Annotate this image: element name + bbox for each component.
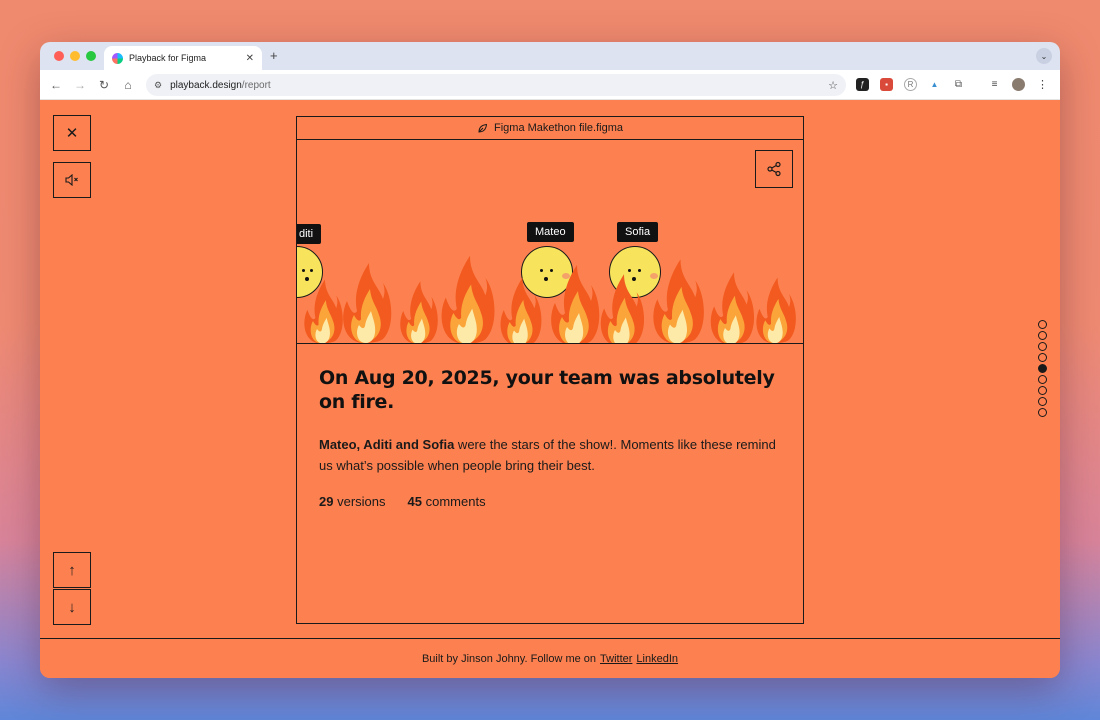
extensions-puzzle-icon[interactable]: ⧉ bbox=[952, 78, 965, 91]
new-tab-icon[interactable]: + bbox=[270, 48, 278, 63]
figma-favicon-icon bbox=[112, 52, 123, 64]
tab-title: Playback for Figma bbox=[129, 53, 207, 63]
pager-dot-9[interactable] bbox=[1038, 408, 1047, 417]
arrow-down-icon: ↓ bbox=[68, 598, 76, 616]
browser-toolbar: ← → ↻ ⌂ ⚙ playback.design/report ☆ ƒ ▪ R… bbox=[40, 70, 1060, 100]
forward-icon[interactable]: → bbox=[68, 78, 92, 92]
footer-text: Built by Jinson Johny. Follow me on bbox=[421, 652, 597, 665]
mute-icon bbox=[65, 174, 78, 186]
file-name: Figma Makethon file.figma bbox=[494, 122, 623, 134]
close-window-dot[interactable] bbox=[54, 51, 64, 61]
pager-dot-7[interactable] bbox=[1038, 386, 1047, 395]
slide-pager bbox=[1038, 320, 1047, 417]
share-icon bbox=[767, 161, 781, 177]
active-tab[interactable]: Playback for Figma ✕ bbox=[104, 46, 262, 70]
pager-dot-5[interactable] bbox=[1038, 364, 1047, 373]
file-leaf-icon bbox=[478, 123, 488, 133]
next-slide-button[interactable]: ↓ bbox=[53, 589, 91, 625]
report-page: ✕ ↑ ↓ Figma Makethon file.figma diti Mat… bbox=[40, 100, 1060, 678]
site-info-icon[interactable]: ⚙ bbox=[154, 80, 162, 91]
close-icon: ✕ bbox=[65, 125, 79, 142]
pager-dot-4[interactable] bbox=[1038, 353, 1047, 362]
arrow-up-icon: ↑ bbox=[68, 561, 76, 579]
window-controls bbox=[54, 51, 96, 61]
url-path: /report bbox=[241, 79, 271, 91]
nametag-sofia: Sofia bbox=[617, 222, 659, 242]
extension-r-icon[interactable]: R bbox=[904, 78, 917, 91]
url-host: playback.design bbox=[170, 79, 242, 91]
browser-menu-icon[interactable]: ⋮ bbox=[1036, 78, 1049, 91]
report-body: Mateo, Aditi and Sofia were the stars of… bbox=[319, 434, 781, 476]
report-headline: On Aug 20, 2025, your team was absolutel… bbox=[319, 367, 775, 413]
pager-dot-8[interactable] bbox=[1038, 397, 1047, 406]
home-icon[interactable]: ⌂ bbox=[116, 78, 140, 92]
fire-illustration: diti Mateo Sofia bbox=[297, 140, 803, 344]
mute-button[interactable] bbox=[53, 162, 91, 198]
close-button[interactable]: ✕ bbox=[53, 115, 91, 151]
footer: Built by Jinson Johny. Follow me on Twit… bbox=[40, 638, 1060, 678]
previous-slide-button[interactable]: ↑ bbox=[53, 552, 91, 588]
extension-mountain-icon[interactable]: ▲ bbox=[928, 78, 941, 91]
reading-list-icon[interactable]: ≡ bbox=[988, 78, 1001, 91]
back-icon[interactable]: ← bbox=[44, 78, 68, 92]
nametag-aditi: diti bbox=[297, 224, 322, 244]
profile-avatar[interactable] bbox=[1012, 78, 1025, 91]
star-names: Mateo, Aditi and Sofia bbox=[319, 437, 455, 452]
versions-stat: 29 versions bbox=[319, 494, 386, 509]
bookmark-star-icon[interactable]: ☆ bbox=[828, 79, 838, 92]
comments-stat: 45 comments bbox=[407, 494, 486, 509]
pager-dot-2[interactable] bbox=[1038, 331, 1047, 340]
tab-bar: Playback for Figma ✕ + ⌄ bbox=[40, 42, 1060, 70]
zoom-window-dot[interactable] bbox=[86, 51, 96, 61]
card-content: On Aug 20, 2025, your team was absolutel… bbox=[297, 344, 803, 509]
pager-dot-1[interactable] bbox=[1038, 320, 1047, 329]
close-tab-icon[interactable]: ✕ bbox=[246, 53, 254, 64]
twitter-link[interactable]: Twitter bbox=[600, 653, 632, 665]
minimize-window-dot[interactable] bbox=[70, 51, 80, 61]
tab-search-chevron-icon[interactable]: ⌄ bbox=[1036, 48, 1052, 64]
linkedin-link[interactable]: LinkedIn bbox=[636, 653, 678, 665]
share-button[interactable] bbox=[755, 150, 793, 188]
pager-dot-3[interactable] bbox=[1038, 342, 1047, 351]
extension-figma-icon[interactable]: ƒ bbox=[856, 78, 869, 91]
extension-red-icon[interactable]: ▪ bbox=[880, 78, 893, 91]
address-bar[interactable]: ⚙ playback.design/report ☆ bbox=[146, 74, 846, 96]
flames-row bbox=[304, 255, 796, 343]
reload-icon[interactable]: ↻ bbox=[92, 78, 116, 92]
file-header: Figma Makethon file.figma bbox=[297, 117, 803, 140]
report-card: Figma Makethon file.figma diti Mateo Sof… bbox=[296, 116, 804, 624]
browser-window: Playback for Figma ✕ + ⌄ ← → ↻ ⌂ ⚙ playb… bbox=[40, 42, 1060, 678]
pager-dot-6[interactable] bbox=[1038, 375, 1047, 384]
nametag-mateo: Mateo bbox=[527, 222, 574, 242]
stats-row: 29 versions 45 comments bbox=[319, 494, 781, 509]
